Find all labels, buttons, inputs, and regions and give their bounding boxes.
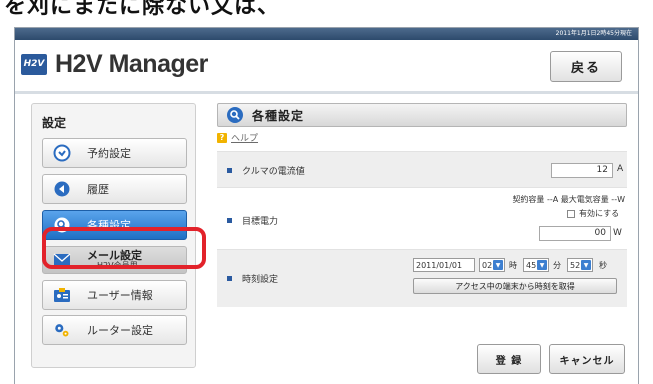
sidebar-item-label: 履歴 — [87, 183, 109, 196]
enable-checkbox[interactable] — [567, 210, 575, 218]
back-button[interactable]: 戻る — [550, 51, 622, 82]
second-value: 52 — [570, 260, 581, 270]
target-power-unit: W — [613, 228, 622, 238]
hour-unit: 時 — [509, 261, 517, 270]
chevron-down-icon: ▼ — [537, 260, 547, 270]
caption-text: を刈にまたに除ない文は、 — [4, 0, 281, 19]
row-time-setting: 時刻設定 2011/01/01 02 ▼ 時 45 ▼ 分 52 ▼ 秒 アクセ… — [217, 249, 627, 307]
sidebar-title: 設定 — [42, 116, 67, 130]
second-select[interactable]: 52 ▼ — [567, 258, 593, 272]
current-limit-label: クルマの電流値 — [242, 167, 305, 177]
sidebar-item-history[interactable]: 履歴 — [42, 174, 187, 204]
contract-info: 契約容量 --A 最大電気容量 --W — [512, 195, 625, 204]
sync-time-button[interactable]: アクセス中の端末から時刻を取得 — [413, 278, 617, 294]
user-card-icon — [53, 286, 71, 304]
time-setting-label: 時刻設定 — [242, 275, 279, 285]
save-button[interactable]: 登 録 — [477, 344, 541, 374]
back-arrow-icon — [53, 180, 71, 198]
minute-select[interactable]: 45 ▼ — [523, 258, 549, 272]
current-limit-input[interactable]: 12 — [551, 163, 613, 178]
bullet-icon — [227, 276, 232, 281]
gears-icon — [53, 321, 71, 339]
app-window: 2011年1月1日2時45分現在 H2V H2V Manager 戻る 設定 予… — [14, 27, 639, 384]
minute-value: 45 — [526, 260, 537, 270]
help-label: ヘルプ — [231, 134, 259, 144]
app-title: H2V Manager — [55, 49, 208, 78]
bullet-icon — [227, 218, 232, 223]
target-power-label: 目標電力 — [242, 217, 279, 227]
datetime-label: 2011年1月1日2時45分現在 — [555, 30, 632, 37]
enable-label: 有効にする — [579, 209, 620, 218]
header-divider — [15, 91, 638, 94]
panel-header: 各種設定 — [217, 103, 627, 127]
sidebar-item-label: 予約設定 — [87, 147, 131, 160]
sidebar-item-user-info[interactable]: ユーザー情報 — [42, 280, 187, 310]
sidebar-item-router[interactable]: ルーター設定 — [42, 315, 187, 345]
app-logo: H2V H2V Manager — [21, 49, 208, 78]
sidebar-item-label: ルーター設定 — [87, 324, 153, 337]
caption-strip: を刈にまたに除ない文は、 — [0, 0, 653, 24]
row-current-limit: クルマの電流値 12 A — [217, 151, 627, 187]
sidebar-item-label: ユーザー情報 — [87, 289, 153, 302]
minute-unit: 分 — [553, 261, 561, 270]
help-link[interactable]: ? ヘルプ — [217, 131, 258, 144]
target-power-input[interactable]: 00 — [539, 226, 611, 241]
bullet-icon — [227, 168, 232, 173]
hour-select[interactable]: 02 ▼ — [479, 258, 505, 272]
logo-icon: H2V — [21, 53, 47, 75]
date-select[interactable]: 2011/01/01 — [413, 258, 475, 272]
search-gear-icon — [226, 106, 244, 124]
help-icon: ? — [217, 132, 227, 143]
clock-icon — [53, 144, 71, 162]
second-unit: 秒 — [599, 261, 607, 270]
current-limit-unit: A — [617, 164, 624, 174]
date-value: 2011/01/01 — [416, 260, 463, 270]
hour-value: 02 — [482, 260, 493, 270]
cancel-button[interactable]: キャンセル — [549, 344, 625, 374]
highlight-ring — [42, 227, 206, 269]
status-bar: 2011年1月1日2時45分現在 — [15, 28, 638, 40]
page-title: 各種設定 — [252, 108, 305, 123]
sidebar-item-reservation[interactable]: 予約設定 — [42, 138, 187, 168]
chevron-down-icon: ▼ — [493, 260, 503, 270]
chevron-down-icon: ▼ — [581, 260, 591, 270]
row-target-power: 目標電力 契約容量 --A 最大電気容量 --W 有効にする 00 W — [217, 187, 627, 249]
